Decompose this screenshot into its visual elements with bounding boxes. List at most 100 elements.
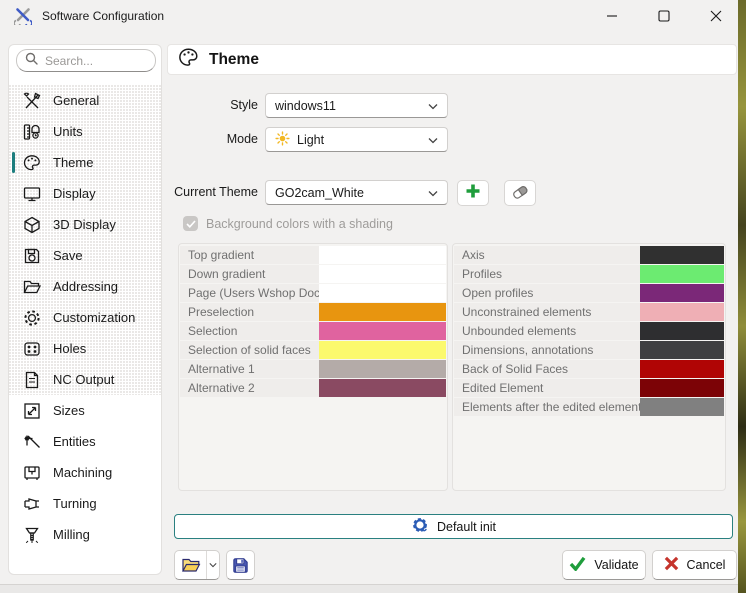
color-swatch[interactable] <box>319 265 446 283</box>
close-button[interactable] <box>708 8 724 24</box>
color-row: Alternative 1 <box>180 360 446 378</box>
color-swatch[interactable] <box>640 360 724 378</box>
color-row: Top gradient <box>180 246 446 264</box>
default-init-label: Default init <box>437 520 496 534</box>
background-colors-panel: Top gradient Down gradient Page (Users W… <box>178 243 448 491</box>
shading-checkbox[interactable] <box>183 216 198 231</box>
open-theme-dropdown-arrow[interactable] <box>207 551 219 579</box>
ruler-bell-icon <box>22 122 42 142</box>
color-swatch[interactable] <box>640 284 724 302</box>
floppy-blue-icon <box>231 556 250 575</box>
sidebar-item-holes[interactable]: Holes <box>9 333 161 364</box>
nc-document-icon <box>22 370 42 390</box>
add-theme-button[interactable] <box>457 180 489 206</box>
color-swatch[interactable] <box>319 284 446 302</box>
color-row: Axis <box>454 246 724 264</box>
holes-icon <box>22 339 42 359</box>
sidebar-item-display[interactable]: Display <box>9 178 161 209</box>
sidebar-item-theme[interactable]: Theme <box>9 147 161 178</box>
validate-button[interactable]: Validate <box>562 550 646 580</box>
erase-theme-button[interactable] <box>504 180 536 206</box>
color-label: Page (Users Wshop Doc) <box>180 284 319 302</box>
window-controls <box>604 0 724 32</box>
color-label: Selection <box>180 322 319 340</box>
sidebar-item-nc-output[interactable]: NC Output <box>9 364 161 395</box>
color-swatch[interactable] <box>640 303 724 321</box>
style-dropdown[interactable]: windows11 <box>265 93 448 118</box>
shading-checkbox-label: Background colors with a shading <box>206 217 393 231</box>
color-swatch[interactable] <box>319 341 446 359</box>
sidebar-item-label: Turning <box>53 496 97 511</box>
color-swatch[interactable] <box>319 322 446 340</box>
element-colors-panel: Axis Profiles Open profiles Unconstraine… <box>452 243 726 491</box>
search-input[interactable] <box>45 54 145 68</box>
chevron-down-icon <box>428 99 438 113</box>
drafting-icon <box>22 432 42 452</box>
monitor-icon <box>22 184 42 204</box>
sidebar-item-units[interactable]: Units <box>9 116 161 147</box>
sidebar-item-customization[interactable]: Customization <box>9 302 161 333</box>
minimize-button[interactable] <box>604 8 620 24</box>
cancel-button[interactable]: Cancel <box>652 550 737 580</box>
open-theme-button[interactable] <box>175 551 207 579</box>
sidebar-item-machining[interactable]: Machining <box>9 457 161 488</box>
sidebar-item-addressing[interactable]: Addressing <box>9 271 161 302</box>
color-label: Edited Element <box>454 379 640 397</box>
color-swatch[interactable] <box>319 379 446 397</box>
color-row: Down gradient <box>180 265 446 283</box>
sidebar-item-label: General <box>53 93 99 108</box>
search-icon <box>25 52 38 70</box>
color-label: Selection of solid faces <box>180 341 319 359</box>
desktop-background-strip <box>738 0 746 593</box>
color-swatch[interactable] <box>640 379 724 397</box>
x-icon <box>664 556 679 574</box>
open-theme-split-button <box>174 550 220 580</box>
sidebar-item-save[interactable]: Save <box>9 240 161 271</box>
save-theme-button[interactable] <box>226 550 255 580</box>
color-swatch[interactable] <box>640 398 724 416</box>
style-label: Style <box>164 93 258 118</box>
color-swatch[interactable] <box>640 246 724 264</box>
sidebar-item-label: Units <box>53 124 83 139</box>
mode-dropdown[interactable]: Light <box>265 127 448 152</box>
cancel-label: Cancel <box>687 558 726 572</box>
color-swatch[interactable] <box>319 360 446 378</box>
page-header: Theme <box>167 44 737 75</box>
default-init-button[interactable]: Default init <box>174 514 733 539</box>
floppy-icon <box>22 246 42 266</box>
maximize-button[interactable] <box>656 8 672 24</box>
chevron-down-icon <box>428 133 438 147</box>
color-row: Back of Solid Faces <box>454 360 724 378</box>
current-theme-dropdown[interactable]: GO2cam_White <box>265 180 448 205</box>
sidebar-item-entities[interactable]: Entities <box>9 426 161 457</box>
color-swatch[interactable] <box>319 246 446 264</box>
color-row: Page (Users Wshop Doc) <box>180 284 446 302</box>
sidebar-item-general[interactable]: General <box>9 85 161 116</box>
color-label: Profiles <box>454 265 640 283</box>
color-row: Edited Element <box>454 379 724 397</box>
sidebar-item-3d-display[interactable]: 3D Display <box>9 209 161 240</box>
color-swatch[interactable] <box>319 303 446 321</box>
color-row: Elements after the edited element <box>454 398 724 416</box>
color-swatch[interactable] <box>640 341 724 359</box>
sidebar-item-sizes[interactable]: Sizes <box>9 395 161 426</box>
color-label: Dimensions, annotations <box>454 341 640 359</box>
color-label: Back of Solid Faces <box>454 360 640 378</box>
color-row: Selection <box>180 322 446 340</box>
color-swatch[interactable] <box>640 265 724 283</box>
sun-icon <box>275 131 290 149</box>
current-theme-value: GO2cam_White <box>275 186 421 200</box>
color-label: Open profiles <box>454 284 640 302</box>
cube-icon <box>22 215 42 235</box>
sidebar-item-turning[interactable]: Turning <box>9 488 161 519</box>
search-box[interactable] <box>16 49 156 72</box>
color-swatch[interactable] <box>640 322 724 340</box>
gear-icon <box>22 308 42 328</box>
sidebar-item-milling[interactable]: Milling <box>9 519 161 550</box>
color-row: Profiles <box>454 265 724 283</box>
sidebar-item-label: 3D Display <box>53 217 116 232</box>
nav-group-top: General Units <box>9 85 161 395</box>
palette-icon <box>22 153 42 173</box>
sidebar-item-label: Machining <box>53 465 112 480</box>
tools-icon <box>14 7 32 25</box>
